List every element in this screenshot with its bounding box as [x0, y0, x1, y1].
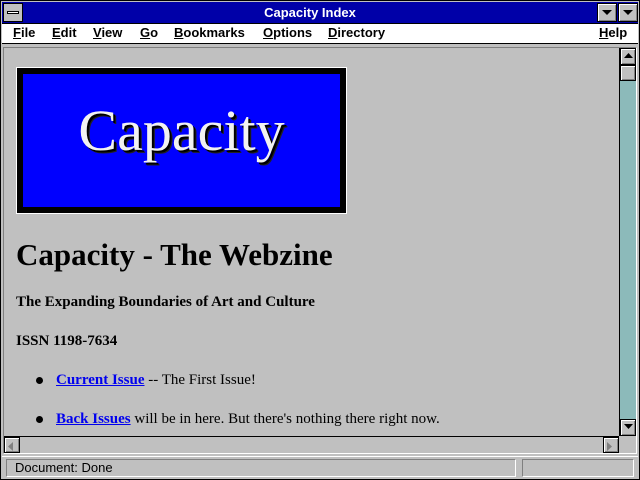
page-subtitle: The Expanding Boundaries of Art and Cult… — [16, 294, 315, 310]
menu-go[interactable]: Go — [140, 25, 158, 41]
menu-file[interactable]: File — [13, 25, 35, 41]
vertical-scroll-thumb[interactable] — [620, 65, 636, 81]
menu-options[interactable]: Options — [263, 25, 312, 41]
window-title: Capacity Index — [264, 5, 356, 20]
banner-logo-text: Capacity — [78, 98, 285, 163]
bullet-icon — [36, 377, 43, 384]
issn-text: ISSN 1198-7634 — [16, 333, 118, 349]
current-issue-link[interactable]: Current Issue — [56, 372, 144, 388]
menu-bar: File Edit View Go Bookmarks Options Dire… — [2, 24, 638, 44]
status-text: Document: Done — [6, 459, 516, 477]
menu-bookmarks[interactable]: Bookmarks — [174, 25, 245, 41]
list-item-text: Current Issue -- The First Issue! — [56, 370, 256, 390]
scroll-up-icon[interactable] — [620, 48, 636, 65]
scroll-down-icon[interactable] — [620, 419, 636, 436]
menu-help[interactable]: Help — [599, 25, 627, 41]
vertical-scroll-track[interactable] — [620, 65, 636, 419]
horizontal-scroll-track[interactable] — [20, 437, 603, 453]
title-bar: Capacity Index — [2, 2, 638, 24]
bullet-icon — [36, 416, 43, 423]
status-bar: Document: Done — [2, 456, 638, 478]
system-menu-icon[interactable] — [3, 3, 23, 22]
back-issues-link[interactable]: Back Issues — [56, 411, 131, 427]
minimize-icon[interactable] — [597, 3, 617, 22]
menu-directory[interactable]: Directory — [328, 25, 385, 41]
scrollbar-corner — [619, 436, 636, 453]
content-frame: Capacity Capacity - The Webzine The Expa… — [3, 47, 637, 454]
page-title: Capacity - The Webzine — [16, 237, 333, 272]
page-content: Capacity Capacity - The Webzine The Expa… — [4, 48, 619, 436]
maximize-icon[interactable] — [618, 3, 638, 22]
scroll-right-icon[interactable] — [603, 437, 619, 453]
capacity-banner: Capacity — [16, 67, 347, 214]
list-item-text: Back Issues will be in here. But there's… — [56, 409, 440, 429]
banner-panel: Capacity — [23, 74, 340, 207]
menu-edit[interactable]: Edit — [52, 25, 77, 41]
browser-window: Capacity Index File Edit View Go Bookmar… — [0, 0, 640, 480]
list-item-description: will be in here. But there's nothing the… — [130, 411, 440, 427]
vertical-scrollbar[interactable] — [619, 48, 636, 436]
progress-indicator — [522, 459, 634, 477]
horizontal-scrollbar[interactable] — [4, 436, 619, 453]
scroll-left-icon[interactable] — [4, 437, 20, 453]
list-item-description: -- The First Issue! — [144, 372, 256, 388]
menu-view[interactable]: View — [93, 25, 122, 41]
